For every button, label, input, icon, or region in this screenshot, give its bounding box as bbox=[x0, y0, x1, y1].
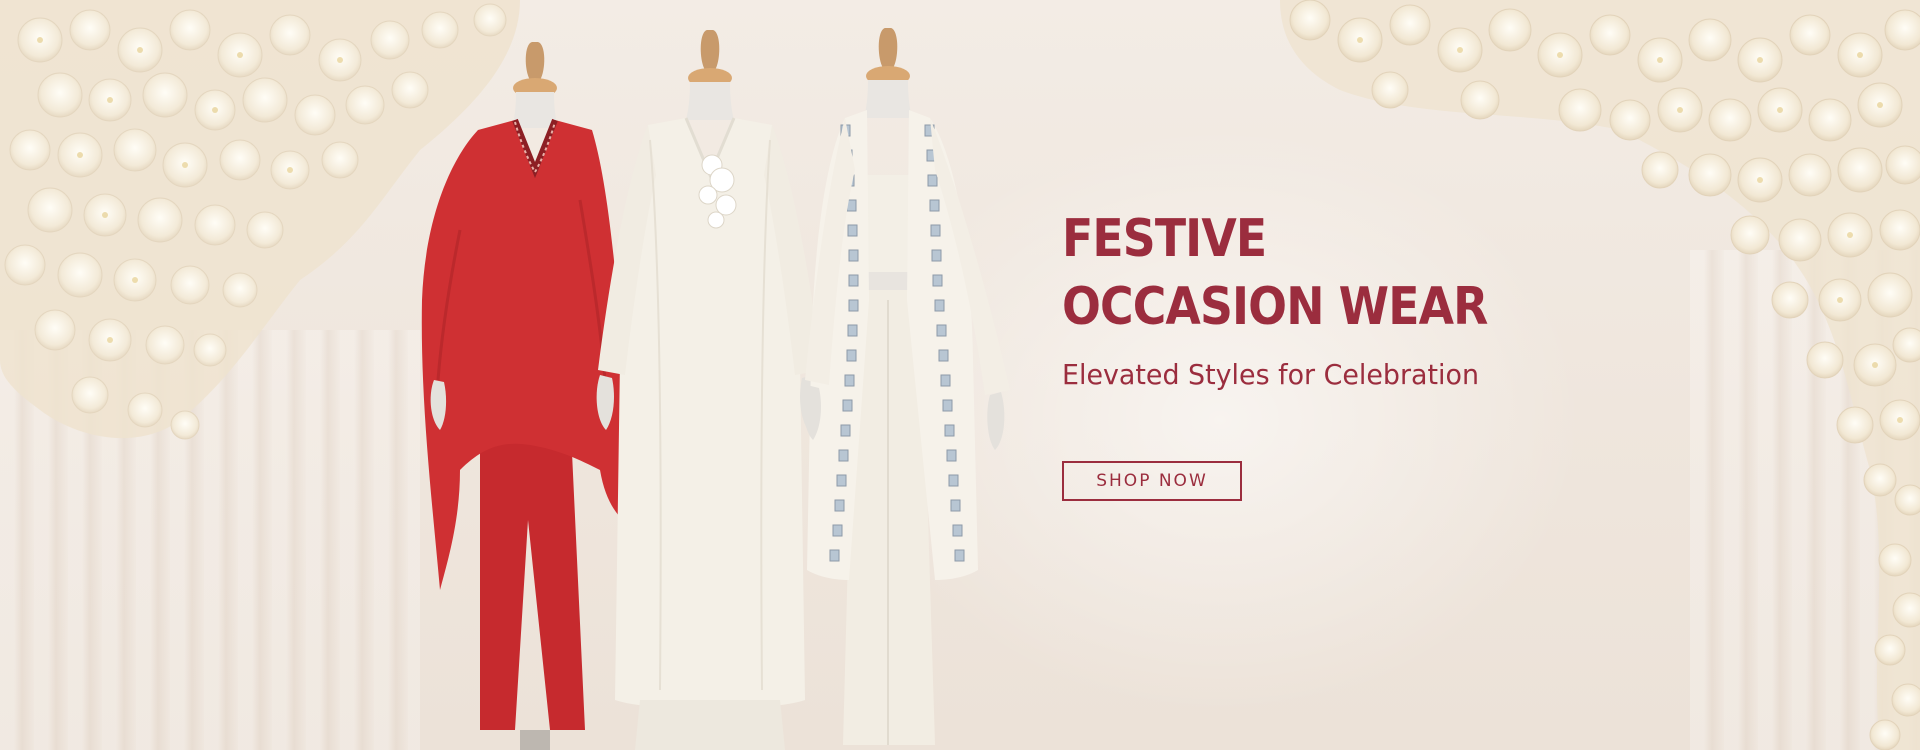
headline: FESTIVE OCCASION WEAR bbox=[1062, 205, 1625, 341]
wall-drape-right bbox=[1690, 250, 1920, 750]
headline-line-2: OCCASION WEAR bbox=[1062, 277, 1488, 337]
shop-now-button[interactable]: SHOP NOW bbox=[1062, 461, 1242, 501]
hero-banner: FESTIVE OCCASION WEAR Elevated Styles fo… bbox=[0, 0, 1920, 750]
mannequin-mirror-jacket bbox=[785, 0, 1025, 750]
banner-copy: FESTIVE OCCASION WEAR Elevated Styles fo… bbox=[1062, 205, 1702, 393]
wall-drape-left bbox=[0, 330, 420, 750]
headline-line-1: FESTIVE bbox=[1062, 209, 1267, 269]
subheading: Elevated Styles for Celebration bbox=[1062, 358, 1480, 391]
